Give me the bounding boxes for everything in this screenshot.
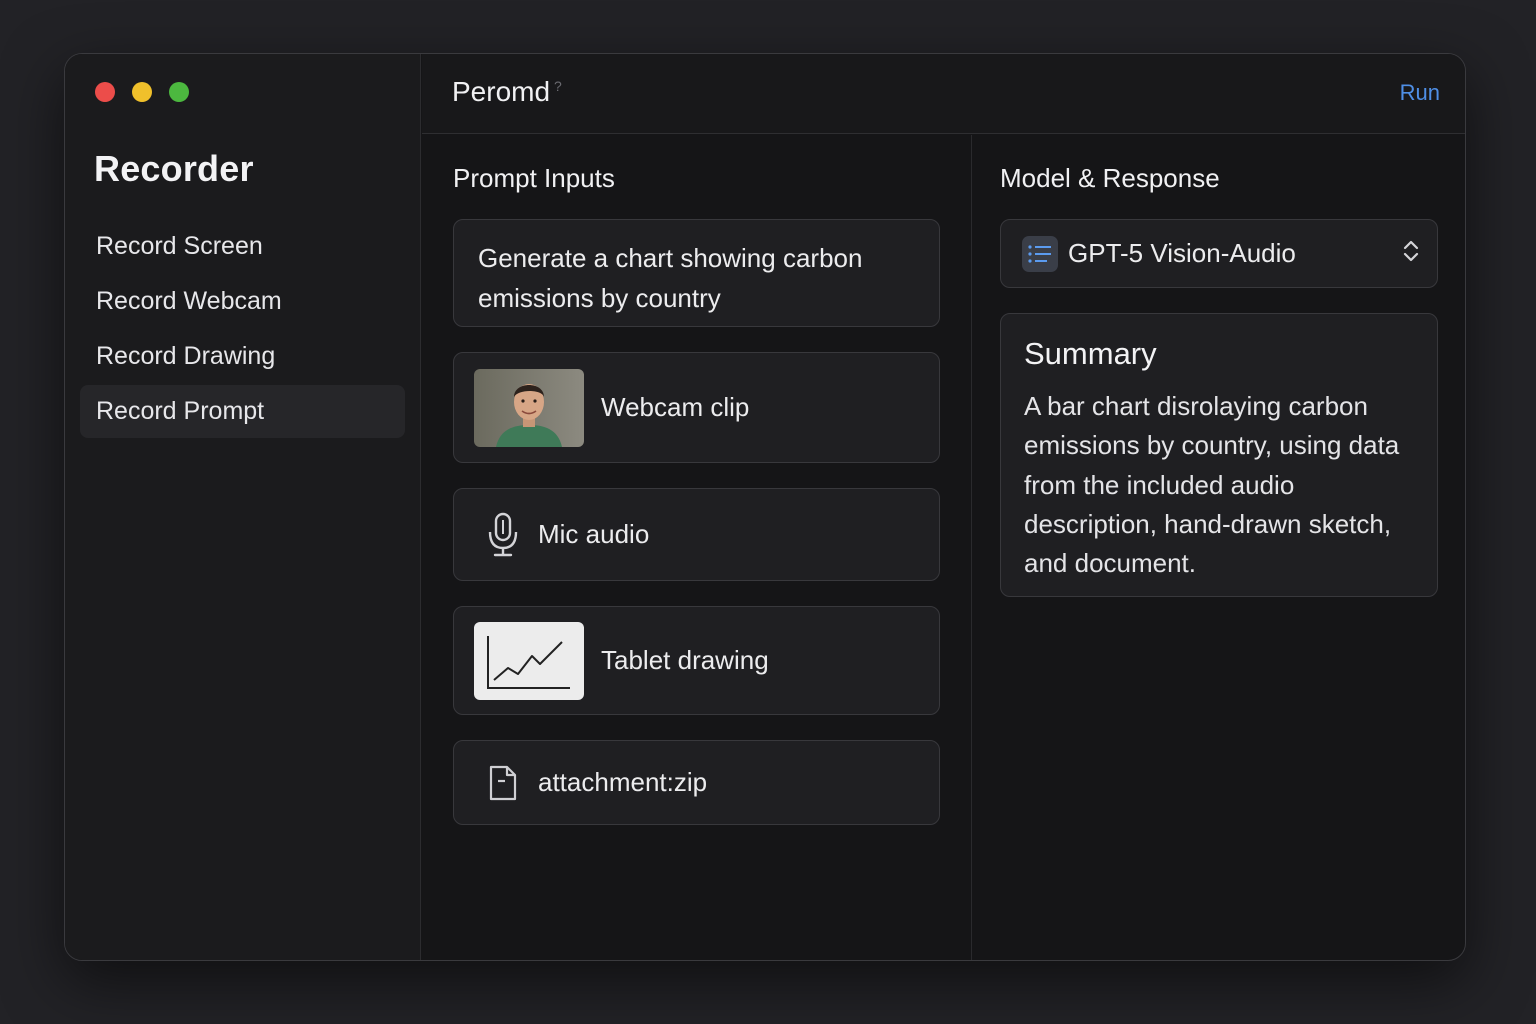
summary-card: Summary A bar chart disrolaying carbon e… [1000, 313, 1438, 597]
document-icon [478, 764, 528, 802]
mic-audio-input[interactable]: Mic audio [453, 488, 940, 581]
prompt-inputs-heading: Prompt Inputs [453, 163, 615, 193]
model-select[interactable]: GPT-5 Vision-Audio [1000, 219, 1438, 288]
attachment-label: attachment:zip [538, 767, 708, 797]
sidebar-item-record-screen[interactable]: Record Screen [80, 220, 405, 273]
drawing-thumbnail [474, 621, 584, 700]
zoom-icon[interactable] [169, 82, 189, 102]
model-select-value: GPT-5 Vision-Audio [1068, 238, 1296, 268]
mic-audio-label: Mic audio [538, 519, 650, 549]
attachment-input[interactable]: attachment:zip [453, 740, 940, 825]
sidebar-item-record-webcam[interactable]: Record Webcam [80, 275, 405, 328]
webcam-thumbnail [474, 368, 584, 447]
sidebar-nav: Record Screen Record Webcam Record Drawi… [80, 220, 405, 440]
page-title-text: Peromd [452, 76, 551, 107]
page-title: Peromd? [452, 76, 562, 108]
title-mark: ? [554, 77, 562, 94]
list-icon [1022, 235, 1058, 272]
tablet-drawing-label: Tablet drawing [601, 645, 769, 675]
sidebar-item-record-drawing[interactable]: Record Drawing [80, 330, 405, 383]
app-window: Recorder Record Screen Record Webcam Rec… [64, 53, 1466, 961]
prompt-text: Generate a chart showing carbon emission… [478, 243, 863, 313]
webcam-clip-input[interactable]: Webcam clip [453, 352, 940, 463]
run-button[interactable]: Run [1400, 80, 1440, 106]
webcam-clip-label: Webcam clip [601, 392, 750, 422]
close-icon[interactable] [95, 82, 115, 102]
summary-title: Summary [1024, 336, 1157, 371]
model-response-heading: Model & Response [1000, 163, 1220, 193]
sidebar-title: Recorder [94, 148, 254, 189]
toolbar: Peromd? Run [422, 54, 1465, 134]
chevron-up-down-icon [1401, 237, 1421, 270]
sidebar-item-record-prompt[interactable]: Record Prompt [80, 385, 405, 438]
minimize-icon[interactable] [132, 82, 152, 102]
sidebar: Recorder Record Screen Record Webcam Rec… [65, 54, 421, 960]
summary-text: A bar chart disrolaying carbon emissions… [1024, 391, 1400, 579]
column-divider [971, 135, 972, 960]
prompt-text-field[interactable]: Generate a chart showing carbon emission… [453, 219, 940, 327]
tablet-drawing-input[interactable]: Tablet drawing [453, 606, 940, 715]
main-area: Peromd? Run Prompt Inputs Generate a cha… [422, 54, 1465, 960]
microphone-icon [478, 512, 528, 558]
window-controls [95, 82, 189, 102]
